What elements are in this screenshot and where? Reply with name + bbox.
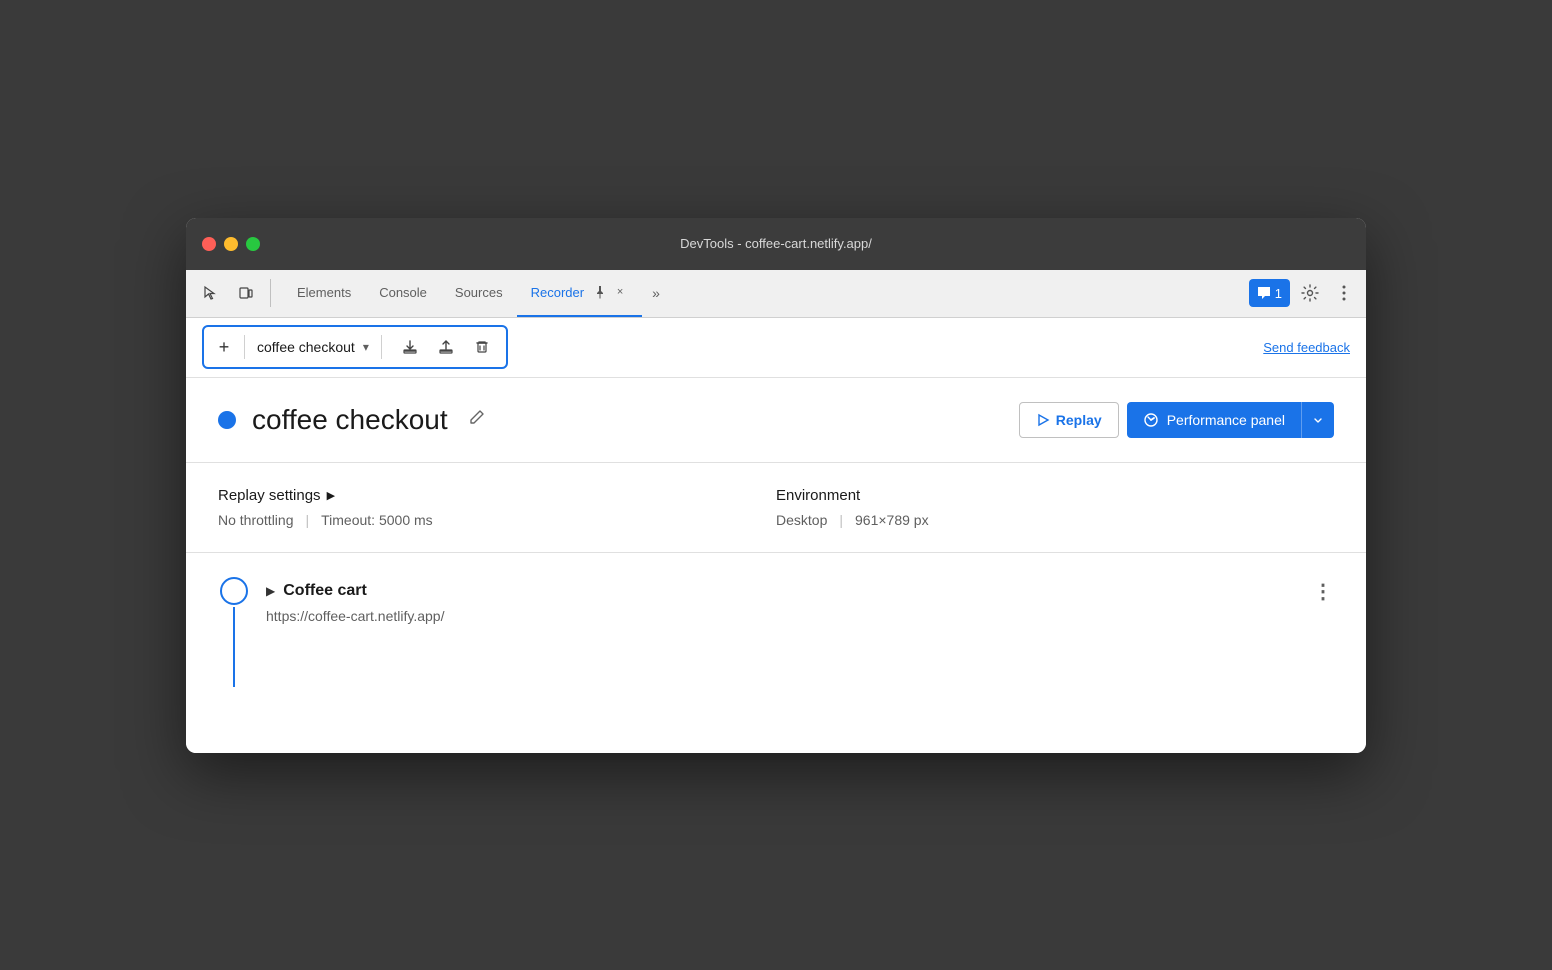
recording-dropdown[interactable]: coffee checkout ▾	[253, 339, 373, 355]
settings-divider-2: |	[839, 512, 843, 528]
recording-actions	[394, 331, 498, 363]
gear-icon	[1301, 284, 1319, 302]
tab-elements[interactable]: Elements	[283, 269, 365, 317]
step-content: ▶ Coffee cart ⋮ https://coffee-cart.netl…	[266, 577, 1334, 624]
selector-divider-2	[381, 335, 382, 359]
performance-panel-dropdown-button[interactable]	[1301, 402, 1334, 438]
environment-label: Environment	[776, 487, 860, 504]
tab-console[interactable]: Console	[365, 269, 441, 317]
more-tabs-button[interactable]: »	[642, 279, 670, 307]
replay-settings-label: Replay settings	[218, 487, 321, 504]
trash-icon	[474, 339, 490, 355]
recording-selector: + coffee checkout ▾	[202, 325, 508, 369]
timeout-value: Timeout: 5000 ms	[321, 512, 433, 528]
replay-settings-arrow-icon: ▶	[327, 489, 335, 502]
main-content: coffee checkout Replay	[186, 378, 1366, 753]
import-icon	[438, 339, 454, 355]
environment-heading: Environment	[776, 487, 1334, 504]
traffic-lights	[202, 237, 260, 251]
export-icon	[402, 339, 418, 355]
recording-title: coffee checkout	[252, 404, 448, 436]
delete-recording-button[interactable]	[466, 331, 498, 363]
performance-icon	[1143, 412, 1159, 428]
import-recording-button[interactable]	[430, 331, 462, 363]
resolution-value: 961×789 px	[855, 512, 929, 528]
environment-panel: Environment Desktop | 961×789 px	[776, 487, 1334, 528]
environment-values: Desktop | 961×789 px	[776, 512, 1334, 528]
toolbar-divider-1	[270, 279, 271, 307]
step-item: ▶ Coffee cart ⋮ https://coffee-cart.netl…	[218, 577, 1334, 687]
settings-section: Replay settings ▶ No throttling | Timeou…	[186, 463, 1366, 553]
replay-settings-panel: Replay settings ▶ No throttling | Timeou…	[218, 487, 776, 528]
edit-recording-button[interactable]	[468, 408, 486, 431]
step-url: https://coffee-cart.netlify.app/	[266, 608, 1334, 624]
replay-settings-values: No throttling | Timeout: 5000 ms	[218, 512, 776, 528]
recording-status-dot	[218, 411, 236, 429]
recording-header: coffee checkout Replay	[186, 378, 1366, 463]
export-recording-button[interactable]	[394, 331, 426, 363]
more-options-button[interactable]	[1330, 279, 1358, 307]
chevron-down-icon	[1312, 414, 1324, 426]
step-expand-button[interactable]: ▶	[266, 584, 275, 598]
toolbar: Elements Console Sources Recorder × »	[186, 270, 1366, 318]
steps-section: ▶ Coffee cart ⋮ https://coffee-cart.netl…	[186, 553, 1366, 753]
tab-sources[interactable]: Sources	[441, 269, 517, 317]
pin-icon	[594, 285, 606, 299]
maximize-button[interactable]	[246, 237, 260, 251]
recorder-toolbar: + coffee checkout ▾	[186, 318, 1366, 378]
settings-divider: |	[305, 512, 309, 528]
titlebar: DevTools - coffee-cart.netlify.app/	[186, 218, 1366, 270]
devtools-window: DevTools - coffee-cart.netlify.app/ Elem…	[186, 218, 1366, 753]
inspect-element-button[interactable]	[194, 277, 226, 309]
step-more-options-button[interactable]: ⋮	[1313, 579, 1334, 604]
send-feedback-link[interactable]: Send feedback	[1263, 340, 1350, 355]
device-toggle-button[interactable]	[230, 277, 262, 309]
perf-panel-label: Performance panel	[1167, 412, 1285, 428]
throttling-value: No throttling	[218, 512, 293, 528]
step-connector-line	[233, 607, 235, 687]
replay-settings-heading[interactable]: Replay settings ▶	[218, 487, 776, 504]
new-recording-button[interactable]: +	[212, 335, 236, 359]
performance-panel-button-group: Performance panel	[1127, 402, 1334, 438]
replay-label: Replay	[1056, 412, 1102, 428]
chat-icon	[1257, 286, 1271, 300]
recorder-tab-close-button[interactable]: ×	[612, 284, 628, 300]
step-circle-indicator	[220, 577, 248, 605]
replay-button[interactable]: Replay	[1019, 402, 1119, 438]
toolbar-right: 1	[1249, 277, 1358, 309]
settings-button[interactable]	[1294, 277, 1326, 309]
selected-recording-label: coffee checkout	[257, 339, 355, 355]
vertical-dots-icon	[1342, 284, 1346, 302]
tab-recorder[interactable]: Recorder ×	[517, 269, 642, 317]
minimize-button[interactable]	[224, 237, 238, 251]
play-icon	[1036, 413, 1050, 427]
device-type-value: Desktop	[776, 512, 827, 528]
selector-divider	[244, 335, 245, 359]
pencil-icon	[468, 408, 486, 426]
dropdown-chevron-icon: ▾	[363, 340, 369, 354]
step-title-row: ▶ Coffee cart ⋮	[266, 579, 1334, 604]
device-icon	[238, 285, 254, 301]
tab-list: Elements Console Sources Recorder × »	[283, 269, 670, 317]
performance-panel-main-button[interactable]: Performance panel	[1127, 402, 1301, 438]
close-button[interactable]	[202, 237, 216, 251]
issues-badge-button[interactable]: 1	[1249, 279, 1290, 307]
recording-header-actions: Replay Performance panel	[1019, 402, 1334, 438]
window-title: DevTools - coffee-cart.netlify.app/	[680, 236, 872, 251]
step-title: Coffee cart	[283, 582, 367, 600]
cursor-icon	[202, 285, 218, 301]
step-timeline	[218, 577, 250, 687]
